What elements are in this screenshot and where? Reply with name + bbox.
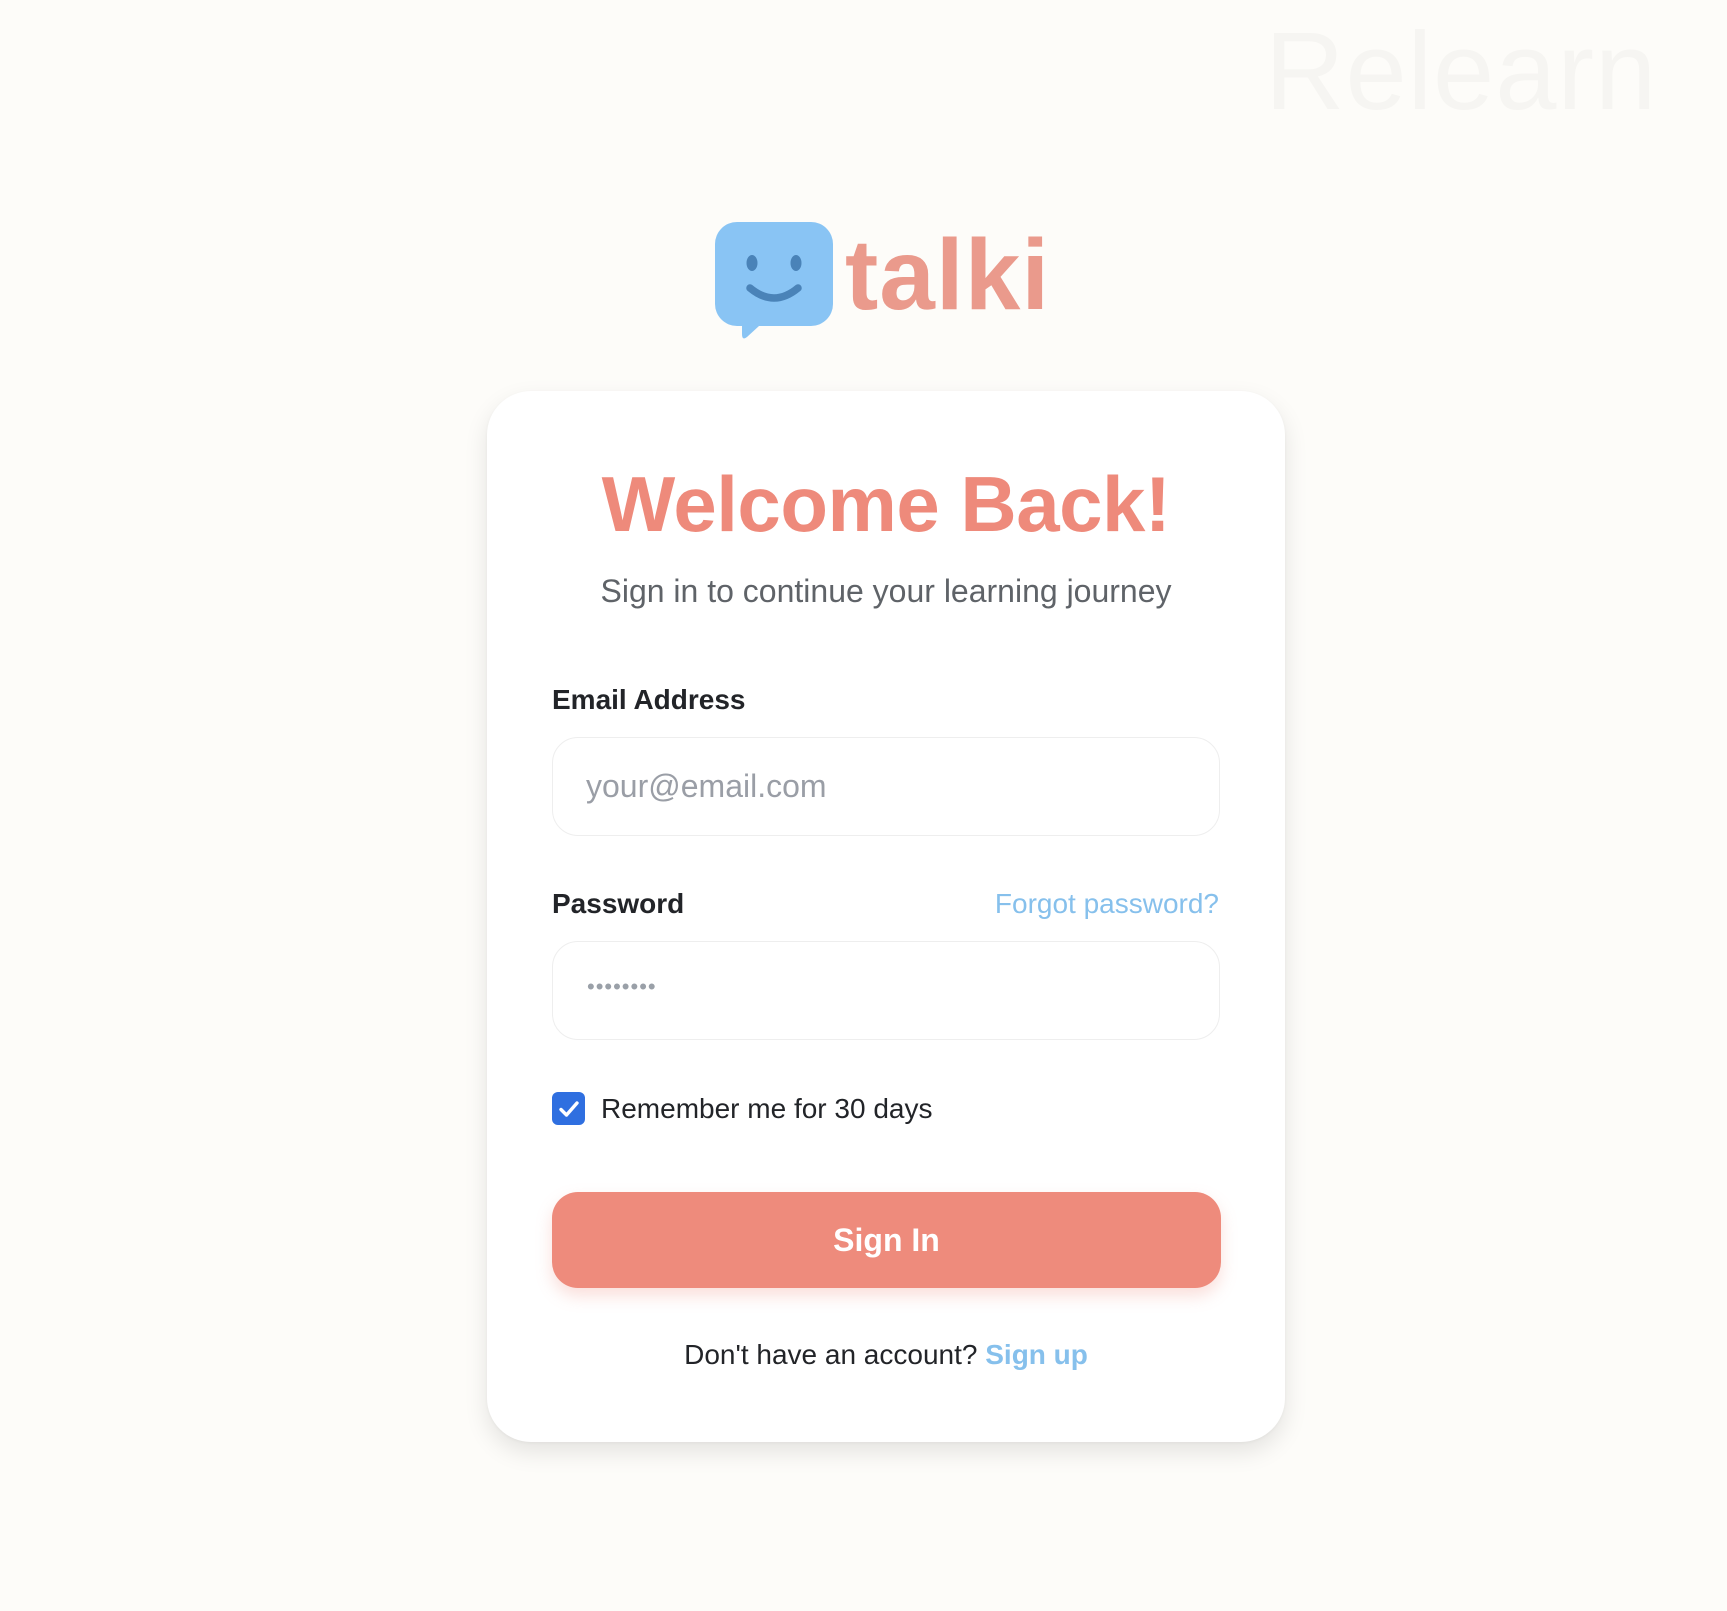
remember-me-checkbox[interactable] — [552, 1092, 585, 1125]
login-page: Relearn talki Welcome Back! Sign in to c… — [0, 0, 1727, 1611]
page-title: Welcome Back! — [601, 460, 1171, 548]
checkmark-icon — [558, 1100, 579, 1117]
password-label: Password — [552, 888, 685, 919]
sign-in-button[interactable]: Sign In — [552, 1192, 1221, 1288]
email-field[interactable] — [552, 737, 1220, 836]
signup-prompt-row: Don't have an account? Sign up — [487, 1339, 1285, 1371]
background-watermark-text: Relearn — [1265, 10, 1658, 133]
sign-up-link[interactable]: Sign up — [985, 1339, 1088, 1370]
forgot-password-link[interactable]: Forgot password? — [995, 888, 1219, 920]
page-subtitle: Sign in to continue your learning journe… — [600, 573, 1172, 609]
brand-name: talki — [845, 219, 1051, 331]
email-label: Email Address — [552, 684, 746, 715]
password-field[interactable] — [552, 941, 1220, 1040]
smiling-speech-bubble-icon — [715, 222, 833, 339]
login-card: Welcome Back! Sign in to continue your l… — [487, 391, 1285, 1442]
remember-me: Remember me for 30 days — [552, 1092, 932, 1125]
remember-me-label: Remember me for 30 days — [601, 1092, 933, 1124]
brand-logo: talki — [715, 222, 1050, 340]
signup-prompt: Don't have an account? — [684, 1339, 978, 1370]
